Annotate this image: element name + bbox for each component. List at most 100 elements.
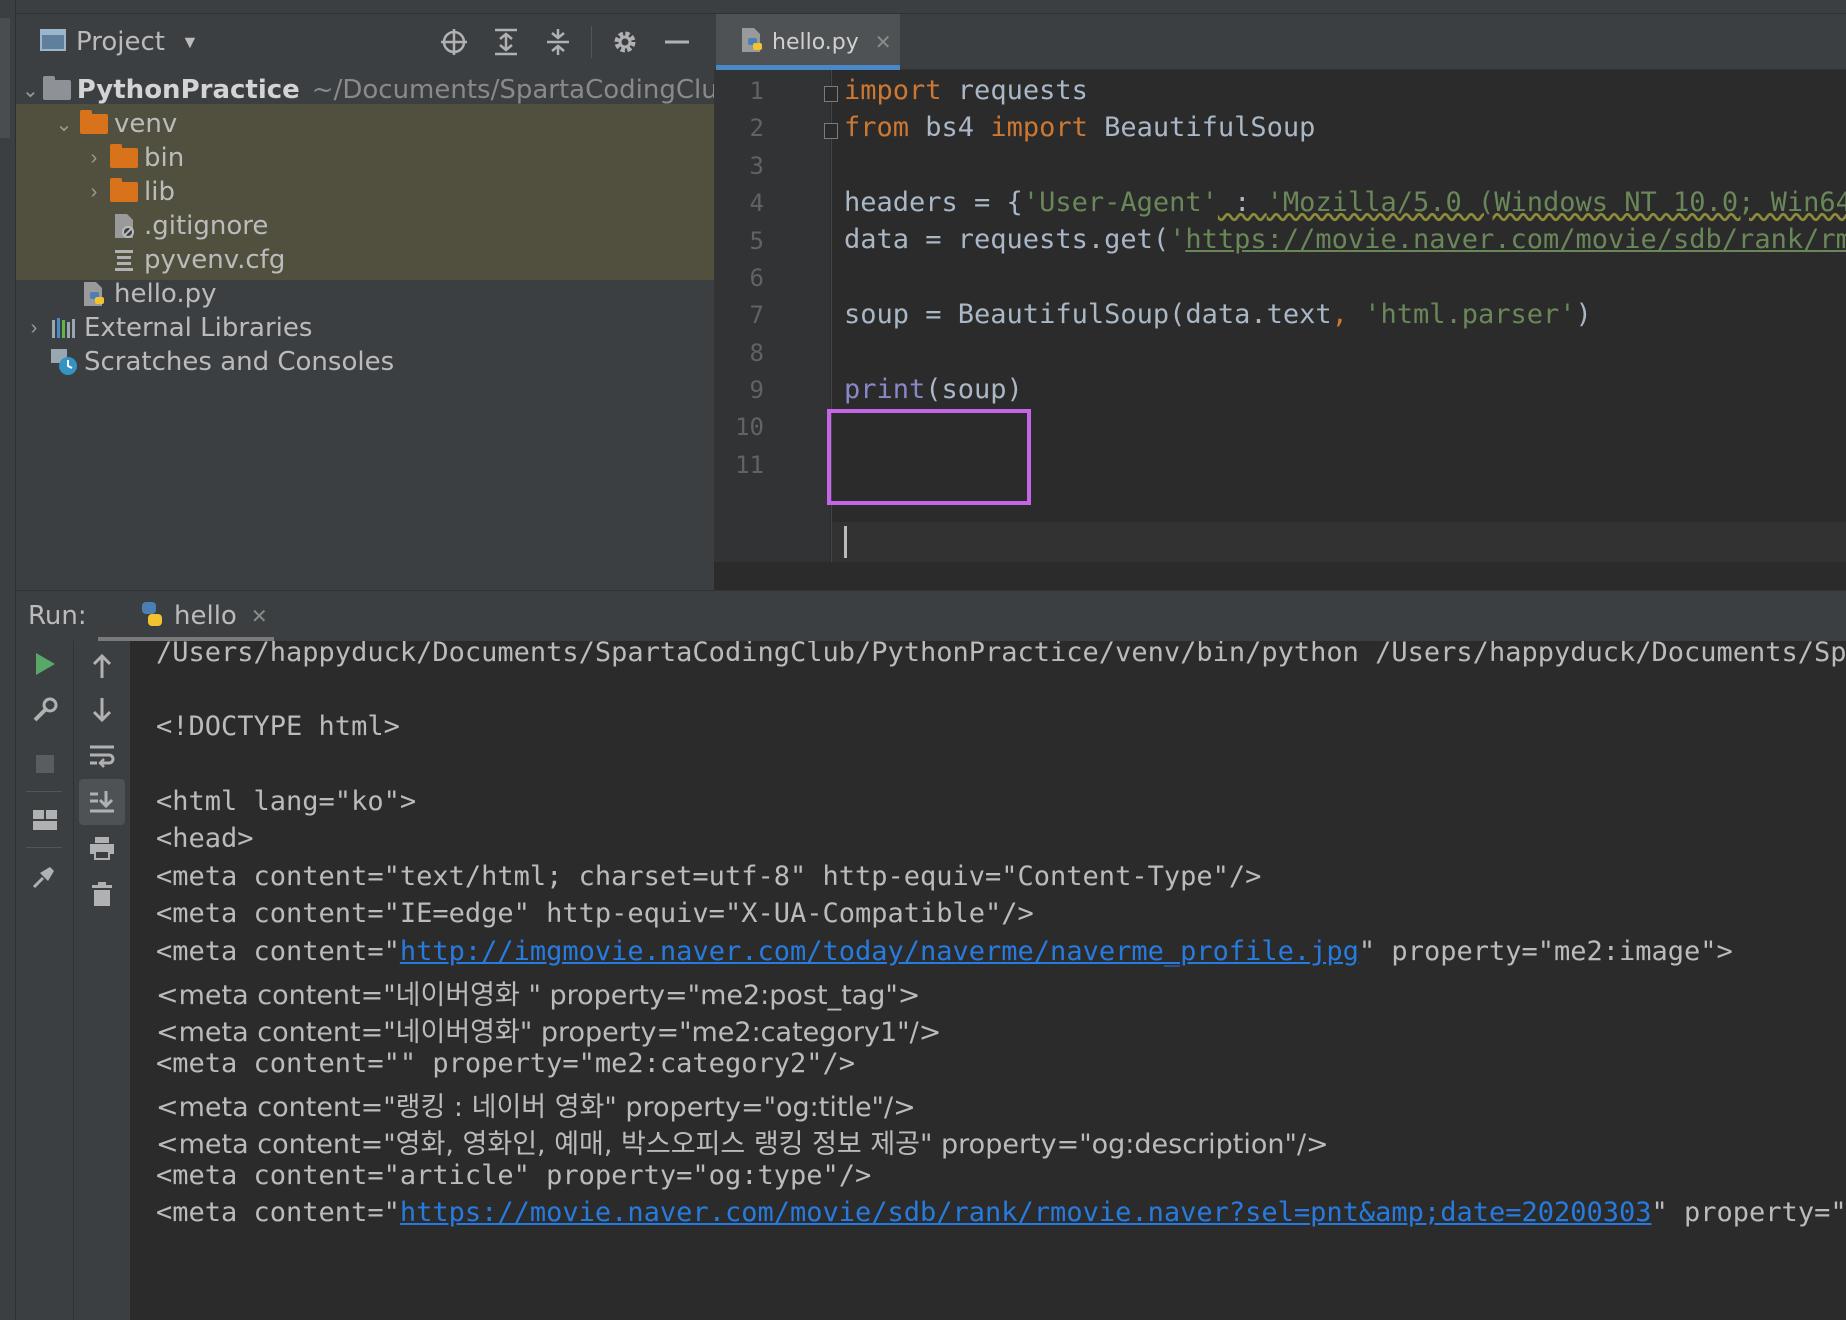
string-literal: 'User-Agent' — [1022, 187, 1218, 218]
console-link[interactable]: http://imgmovie.naver.com/today/naverme/… — [400, 936, 1359, 967]
fold-marker-icon[interactable] — [824, 86, 838, 102]
run-panel: Run: hello ✕ /Users/happyduck/Documents/… — [16, 590, 1846, 1320]
console-line: <head> — [156, 823, 254, 854]
folder-icon — [110, 178, 138, 204]
python-file-icon — [740, 27, 764, 58]
ignored-file-icon — [110, 214, 138, 238]
chevron-right-icon[interactable]: › — [82, 181, 106, 204]
url-literal[interactable]: https://movie.naver.com/movie/sdb/rank/r… — [1185, 224, 1846, 255]
line-number: 6 — [749, 264, 764, 292]
tree-item-label: venv — [114, 109, 178, 139]
code-line-1: import requests — [844, 75, 1088, 106]
stop-icon[interactable] — [22, 741, 68, 787]
tree-item-scratches[interactable]: Scratches and Consoles — [16, 342, 714, 382]
console-link[interactable]: https://movie.naver.com/movie/sdb/rank/r… — [400, 1197, 1652, 1228]
arrow-down-icon[interactable] — [79, 687, 125, 733]
tree-item-label: hello.py — [114, 279, 217, 309]
console-line: <meta content="https://movie.naver.com/m… — [156, 1197, 1846, 1228]
console-line: <html lang="ko"> — [156, 786, 417, 817]
console-line: <meta content="article" property="og:typ… — [156, 1160, 872, 1191]
code-text: BeautifulSoup — [1087, 112, 1316, 143]
tree-item-path: ~/Documents/SpartaCodingClub — [311, 75, 735, 105]
editor-bottom-area — [714, 562, 1846, 590]
scratches-icon — [50, 349, 78, 375]
code-line-4: headers = {'User-Agent' : 'Mozilla/5.0 (… — [844, 187, 1846, 218]
line-number: 8 — [749, 339, 764, 367]
console-output[interactable]: /Users/happyduck/Documents/SpartaCodingC… — [130, 641, 1846, 1320]
arrow-up-icon[interactable] — [79, 643, 125, 689]
close-icon[interactable]: ✕ — [251, 604, 268, 629]
console-line: <meta content="http://imgmovie.naver.com… — [156, 936, 1733, 967]
run-toolbar-secondary — [74, 641, 130, 1320]
chevron-right-icon[interactable]: › — [82, 147, 106, 170]
toolbar-divider — [591, 26, 592, 58]
libraries-icon — [50, 316, 78, 340]
project-header: Project ▼ — [16, 14, 714, 70]
code-text: data = requests.get( — [844, 224, 1170, 255]
code-line-7: soup = BeautifulSoup(data.text, 'html.pa… — [844, 299, 1592, 330]
console-line: <meta content="영화, 영화인, 예매, 박스오피스 랭킹 정보 … — [156, 1129, 1329, 1160]
code-text: requests — [941, 75, 1088, 106]
console-line: <!DOCTYPE html> — [156, 711, 400, 742]
chevron-down-icon[interactable]: ⌄ — [52, 112, 76, 137]
title-strip — [0, 0, 1846, 14]
console-line: <meta content="text/html; charset=utf-8"… — [156, 861, 1262, 892]
project-window-icon — [40, 28, 66, 56]
project-view-selector[interactable]: Project ▼ — [40, 27, 199, 57]
console-text: <meta content=" — [156, 936, 400, 967]
scroll-to-end-icon[interactable] — [79, 779, 125, 825]
tree-item-label: External Libraries — [84, 313, 313, 343]
run-tab-hello[interactable]: hello ✕ — [98, 591, 274, 641]
toolbar-divider — [26, 791, 62, 792]
run-tab-label: hello — [174, 601, 237, 631]
tree-item-label: pyvenv.cfg — [144, 245, 286, 275]
line-number-gutter: 1 2 3 4 5 6 7 8 9 10 11 — [714, 70, 830, 562]
line-number: 7 — [749, 301, 764, 329]
gear-icon[interactable] — [602, 19, 648, 65]
config-file-icon — [110, 248, 138, 272]
line-number: 4 — [749, 189, 764, 217]
print-icon[interactable] — [79, 825, 125, 871]
wrench-icon[interactable] — [22, 687, 68, 733]
code-line-2: from bs4 import BeautifulSoup — [844, 112, 1315, 143]
layout-icon[interactable] — [22, 797, 68, 843]
line-number: 2 — [749, 114, 764, 142]
folder-icon — [42, 76, 71, 102]
project-toolbar — [431, 14, 700, 70]
project-title: Project — [76, 27, 165, 57]
chevron-down-icon[interactable]: ⌄ — [22, 78, 39, 103]
rerun-icon[interactable] — [22, 641, 68, 687]
locate-icon[interactable] — [431, 19, 477, 65]
folder-icon — [80, 110, 108, 136]
console-line: /Users/happyduck/Documents/SpartaCodingC… — [156, 641, 1846, 668]
keyword: from — [844, 112, 910, 143]
tree-item-label: bin — [144, 143, 185, 173]
keyword: import — [990, 112, 1088, 143]
expand-all-icon[interactable] — [483, 19, 529, 65]
toolbar-divider — [26, 847, 62, 848]
line-number: 10 — [735, 413, 764, 441]
close-icon[interactable]: ✕ — [875, 30, 892, 55]
soft-wrap-icon[interactable] — [79, 733, 125, 779]
annotation-highlight-box — [827, 409, 1031, 505]
line-number: 11 — [735, 451, 764, 479]
code-text: soup = BeautifulSoup(data.text — [844, 299, 1332, 330]
line-number: 3 — [749, 152, 764, 180]
trash-icon[interactable] — [79, 871, 125, 917]
chevron-right-icon[interactable]: › — [22, 317, 46, 340]
code-text: (soup) — [925, 374, 1023, 405]
minimize-icon[interactable] — [654, 19, 700, 65]
tab-label: hello.py — [772, 29, 859, 55]
pin-icon[interactable] — [22, 853, 68, 899]
tree-item-label: Scratches and Consoles — [84, 347, 395, 377]
tool-window-strip — [0, 0, 16, 1320]
string-literal: 'html.parser' — [1347, 299, 1576, 330]
line-number: 9 — [749, 376, 764, 404]
tab-hello-py[interactable]: hello.py ✕ — [716, 14, 900, 70]
folder-icon — [110, 144, 138, 170]
collapse-all-icon[interactable] — [535, 19, 581, 65]
project-tool-tab[interactable] — [0, 18, 10, 138]
line-number: 1 — [749, 77, 764, 105]
fold-marker-icon[interactable] — [824, 123, 838, 139]
run-header: Run: — [16, 591, 1846, 641]
